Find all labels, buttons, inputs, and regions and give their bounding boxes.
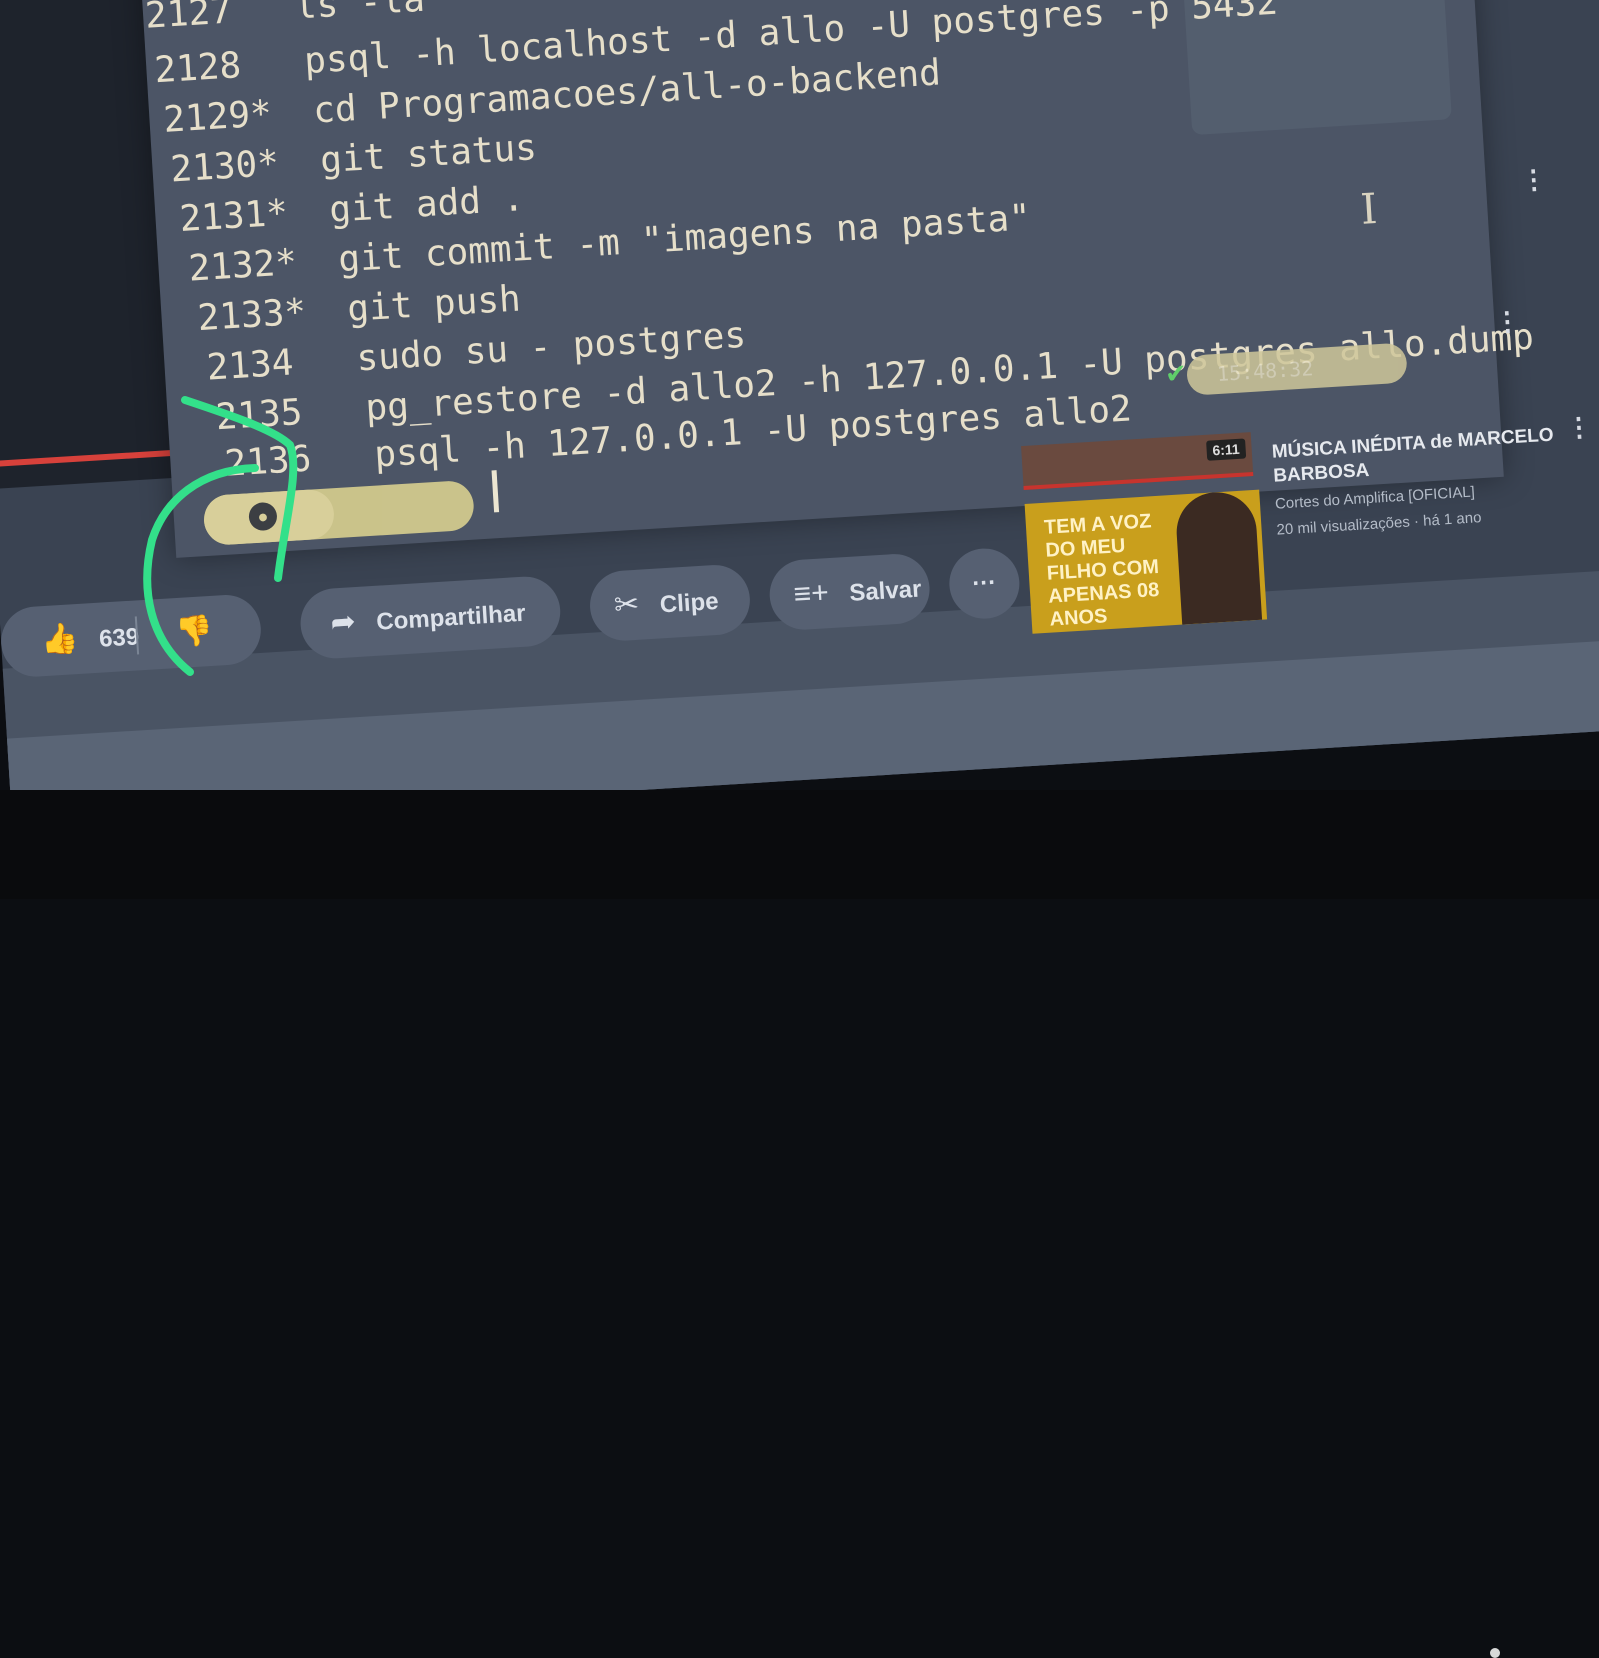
- history-command: git status: [319, 127, 538, 182]
- clip-button[interactable]: ✂ Clipe: [587, 563, 752, 643]
- history-number: 2129*: [162, 93, 273, 141]
- history-number: 2127: [143, 0, 233, 37]
- history-number: 2134: [205, 342, 295, 389]
- video-info: MÚSICA INÉDITA de MARCELO BARBOSA Cortes…: [1271, 423, 1577, 541]
- like-dislike-group: 👍 639 👎: [0, 592, 263, 679]
- history-line: 2127 ls -la: [143, 0, 426, 37]
- history-number: 2131*: [178, 192, 290, 241]
- recommended-video[interactable]: 6:11 TEM A VOZ DO MEU FILHO COM APENAS 0…: [1021, 411, 1593, 634]
- thumbs-up-icon[interactable]: 👍: [40, 622, 79, 657]
- playlist-add-icon: ≡+: [792, 576, 830, 612]
- thumbnail-text: TEM A VOZ DO MEU FILHO COM APENAS 08 ANO…: [1043, 510, 1160, 631]
- history-command: git add .: [328, 178, 526, 231]
- share-label: Compartilhar: [375, 599, 527, 636]
- history-number: 2133*: [196, 291, 308, 340]
- kebab-menu-icon[interactable]: ⋮: [1493, 305, 1521, 338]
- check-icon: ✔: [1164, 357, 1188, 390]
- history-number: 2132*: [187, 242, 299, 290]
- duration-badge: 6:11: [1205, 438, 1247, 461]
- share-arrow-icon: ➦: [329, 605, 357, 640]
- power-led: [1490, 1648, 1500, 1658]
- history-line: 2131* git add .: [178, 178, 526, 241]
- thumbs-down-icon[interactable]: 👎: [174, 596, 216, 668]
- history-line: 2133* git push: [196, 278, 522, 340]
- history-command: ls -la: [293, 0, 426, 28]
- save-button[interactable]: ≡+ Salvar: [767, 552, 932, 632]
- prompt-segment: ●: [202, 479, 476, 547]
- share-button[interactable]: ➦ Compartilhar: [298, 574, 563, 661]
- more-icon: ···: [971, 568, 998, 598]
- text-caret: [491, 470, 500, 513]
- kebab-menu-icon[interactable]: ⋮: [1520, 164, 1548, 197]
- history-command: git push: [346, 278, 522, 330]
- history-number: 2135: [214, 391, 304, 439]
- history-number: 2130*: [169, 142, 281, 191]
- history-number: 2128: [153, 45, 243, 92]
- scissors-icon: ✂: [613, 587, 641, 623]
- video-thumbnail[interactable]: TEM A VOZ DO MEU FILHO COM APENAS 08 ANO…: [1024, 489, 1268, 634]
- monitor-screen: 2126ls2127ls -la2128psql -h localhost -d…: [0, 0, 1599, 829]
- monitor-bezel: [0, 790, 1599, 1658]
- i-beam-icon: I: [1359, 183, 1379, 234]
- history-number: 2136: [223, 438, 313, 485]
- kebab-menu-icon[interactable]: ⋮: [1565, 411, 1593, 444]
- save-label: Salvar: [848, 575, 923, 607]
- clip-label: Clipe: [659, 587, 720, 619]
- thumbnail-person: [1174, 489, 1263, 625]
- like-count[interactable]: 639: [98, 623, 140, 652]
